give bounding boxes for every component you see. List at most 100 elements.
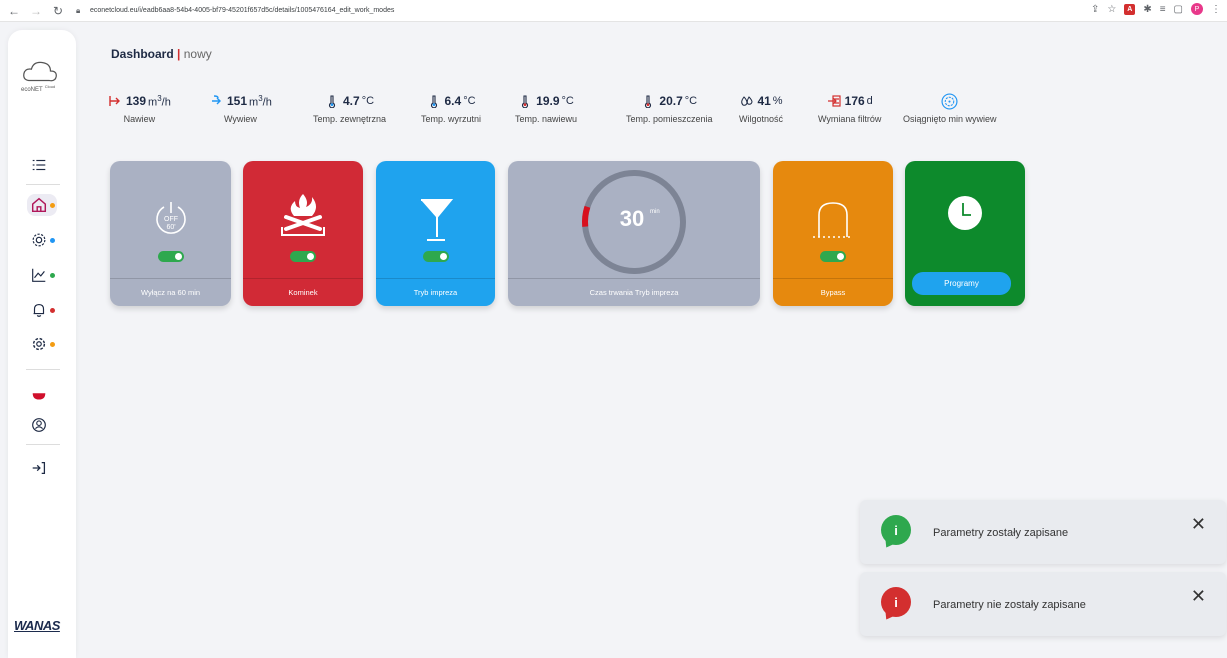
toast-message: Parametry zostały zapisane [933, 527, 1069, 539]
duration-dial[interactable]: 30 min [578, 166, 690, 278]
duration-value: 30 [620, 206, 644, 231]
sidebar-divider [26, 369, 60, 370]
address-bar[interactable]: 🔒︎ econetcloud.eu/i/eadb6aa8-54b4-4005-b… [76, 2, 394, 20]
pdf-extension-icon[interactable]: A [1124, 3, 1136, 15]
close-icon[interactable]: ✕ [1191, 514, 1206, 535]
share-icon[interactable]: ⇪ [1091, 4, 1099, 15]
fireplace-icon [281, 194, 325, 236]
settings-status-dot [50, 237, 55, 243]
card-label: Tryb impreza [376, 278, 495, 306]
stat-min-exhaust: Osiągnięto min wywiew [903, 92, 997, 124]
card-bypass[interactable]: Bypass [773, 161, 893, 306]
card-label: Wyłącz na 60 min [110, 278, 231, 306]
breadcrumb-separator: | [177, 47, 181, 61]
menu-list-icon[interactable] [30, 154, 58, 176]
sidebar-item-charts[interactable] [30, 264, 58, 286]
stat-discharge-temp: 6.4 °C Temp. wyrzutni [421, 94, 482, 124]
chart-icon [32, 268, 46, 282]
fan-icon [941, 92, 958, 110]
stat-outdoor-temp: 4.7 °C Temp. zewnętrzna [313, 94, 387, 124]
svg-text:60': 60' [166, 224, 175, 231]
sidebar-item-account[interactable] [30, 414, 58, 436]
user-account-icon [32, 418, 46, 432]
info-icon: i [881, 515, 911, 545]
bookmark-star-icon[interactable]: ☆ [1107, 4, 1116, 15]
wanas-brand-logo: WANAS [14, 618, 60, 633]
filter-icon [827, 95, 841, 107]
svg-text:OFF: OFF [164, 216, 178, 223]
toast-message: Parametry nie zostały zapisane [933, 599, 1086, 611]
card-fireplace[interactable]: Kominek [243, 161, 363, 306]
charts-status-dot [50, 272, 55, 278]
profile-avatar[interactable]: P [1191, 3, 1203, 15]
reading-list-icon[interactable]: ≡ [1160, 4, 1166, 15]
side-panel-icon[interactable]: ▢ [1174, 4, 1183, 15]
off60-toggle[interactable] [157, 251, 184, 262]
clock-icon [948, 196, 982, 230]
duration-unit: min [650, 209, 660, 215]
card-party-mode[interactable]: Tryb impreza [376, 161, 495, 306]
info-icon: i [881, 587, 911, 617]
menu-icon[interactable]: ⋮ [1211, 4, 1221, 15]
humidity-icon [741, 96, 753, 106]
breadcrumb: Dashboard | nowy [111, 47, 212, 61]
sidebar-divider [26, 184, 60, 185]
party-mode-toggle[interactable] [422, 251, 449, 262]
card-label: Bypass [773, 278, 893, 306]
sidebar-item-home[interactable] [27, 194, 57, 216]
back-icon[interactable]: ← [6, 3, 22, 19]
duration-progress-arc [582, 205, 591, 227]
fireplace-toggle[interactable] [290, 251, 316, 262]
sidebar-item-logout[interactable] [30, 457, 58, 479]
toast-error: i Parametry nie zostały zapisane ✕ [860, 572, 1226, 636]
stat-filter-replacement: 176 d Wymiana filtrów [818, 94, 882, 124]
breadcrumb-dashboard[interactable]: Dashboard [111, 47, 174, 61]
programs-button[interactable]: Programy [912, 272, 1011, 295]
power-off-icon: OFF 60' [155, 202, 186, 234]
thermometer-icon [328, 95, 336, 108]
card-label: Kominek [243, 278, 363, 306]
stat-exhaust-airflow: 151 m3/h Wywiew [209, 92, 272, 124]
service-status-dot [50, 341, 55, 347]
close-icon[interactable]: ✕ [1191, 586, 1206, 607]
stat-supply-airflow: 139 m3/h Nawiew [108, 92, 171, 124]
sidebar-item-language[interactable] [30, 384, 58, 406]
url-text: econetcloud.eu/i/eadb6aa8-54b4-4005-bf79… [90, 7, 395, 14]
bypass-toggle[interactable] [820, 251, 846, 262]
thermometer-icon [430, 95, 437, 108]
settings-gear-icon [32, 233, 46, 247]
stat-supply-temp: 19.9 °C Temp. nawiewu [515, 94, 578, 124]
sidebar-item-service[interactable] [30, 333, 58, 355]
service-gear-icon [32, 337, 46, 351]
bypass-icon [813, 202, 853, 238]
card-party-duration[interactable]: 30 min Czas trwania Tryb impreza [508, 161, 760, 306]
polish-flag-icon [32, 393, 46, 400]
reload-icon[interactable]: ↻ [50, 3, 66, 19]
bell-icon [33, 304, 45, 317]
breadcrumb-device-name: nowy [183, 47, 212, 61]
browser-toolbar: ← → ↻ 🔒︎ econetcloud.eu/i/eadb6aa8-54b4-… [0, 0, 1227, 22]
logout-icon [32, 461, 46, 475]
extensions-puzzle-icon[interactable]: ✱ [1143, 4, 1151, 15]
extensions-area: ⇪ ☆ A ✱ ≡ ▢ P ⋮ [1091, 3, 1221, 15]
stat-room-temp: 20.7 °C Temp. pomieszczenia [626, 94, 713, 124]
lock-icon: 🔒︎ [76, 5, 81, 15]
sidebar-item-alarms[interactable] [30, 299, 58, 321]
toast-success: i Parametry zostały zapisane ✕ [860, 500, 1226, 564]
forward-icon[interactable]: → [28, 3, 44, 19]
supply-arrow-icon [109, 96, 120, 106]
card-off-60min[interactable]: OFF 60' Wyłącz na 60 min [110, 161, 231, 306]
cocktail-glass-icon [420, 199, 453, 241]
stat-humidity: 41% Wilgotność [739, 94, 784, 124]
sidebar-item-settings[interactable] [30, 229, 58, 251]
home-icon [31, 197, 47, 213]
sidebar-divider [26, 444, 60, 445]
sidebar: ecoNETCloud WANAS [8, 30, 76, 658]
thermometer-icon [522, 95, 529, 108]
exhaust-arrow-icon [212, 95, 221, 105]
alarms-status-dot [50, 307, 55, 313]
home-status-dot [50, 202, 55, 208]
thermometer-icon [645, 95, 652, 108]
logo-text: ecoNETCloud [21, 84, 56, 93]
card-programs[interactable]: Programy [905, 161, 1025, 306]
